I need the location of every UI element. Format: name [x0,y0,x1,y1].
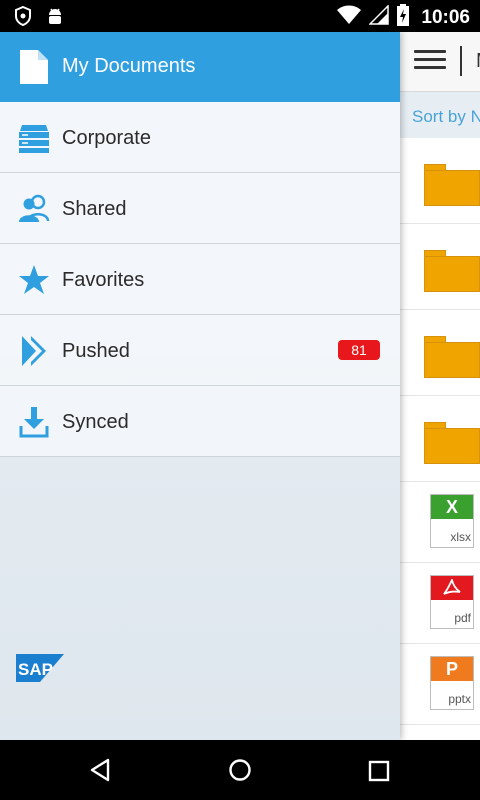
list-item[interactable] [400,224,480,310]
drawer-item-favorites[interactable]: Favorites [0,244,400,315]
document-icon [20,50,48,89]
main-toolbar: M [400,32,480,92]
push-icon [18,335,50,367]
drawer-item-synced[interactable]: Synced [0,386,400,457]
file-extension: pdf [454,611,471,625]
pushed-count-badge: 81 [338,340,380,360]
battery-charging-icon [397,4,410,31]
list-item[interactable] [400,310,480,396]
drawer-item-label: Pushed [62,340,130,362]
signal-icon [368,4,390,30]
hamburger-icon[interactable] [414,50,446,72]
drawer-item-corporate[interactable]: Corporate [0,102,400,173]
pptx-letter: P [431,657,473,681]
sap-logo: SAP [16,654,64,687]
home-icon[interactable] [228,758,252,787]
file-list: X xlsx pdf P pptx [400,138,480,725]
list-item[interactable] [400,138,480,224]
drawer-nav-list: Corporate Shared Favorites Pushed 81 Syn… [0,102,400,457]
drawer-item-label: Corporate [62,127,151,149]
svg-text:SAP: SAP [18,660,53,679]
toolbar-title: M [476,50,480,73]
toolbar-divider [460,46,462,76]
people-icon [18,193,50,225]
shield-icon [14,5,32,31]
list-item[interactable]: X xlsx [400,482,480,563]
folder-icon [424,250,480,292]
drawer-header-my-documents[interactable]: My Documents [0,32,400,102]
file-extension: pptx [448,692,471,706]
status-time: 10:06 [421,6,470,28]
list-item[interactable]: P pptx [400,644,480,725]
folder-icon [424,422,480,464]
navigation-drawer: My Documents Corporate Shared Favorites … [0,32,400,740]
drawer-item-label: Synced [62,411,129,433]
xlsx-letter: X [431,495,473,519]
folder-icon [424,164,480,206]
drawer-item-label: Shared [62,198,127,220]
folder-icon [424,336,480,378]
drawer-item-label: Favorites [62,269,145,291]
pdf-acrobat-icon [431,576,473,600]
pptx-file-icon: P pptx [430,656,474,710]
sort-bar[interactable]: Sort by N [400,92,480,138]
download-icon [18,406,50,438]
list-item[interactable] [400,396,480,482]
pdf-file-icon: pdf [430,575,474,629]
star-icon [18,264,50,296]
sort-label: Sort by N [412,107,480,126]
back-icon[interactable] [88,758,112,787]
server-icon [18,122,50,154]
wifi-icon [337,5,362,30]
system-navigation-bar [0,740,480,800]
drawer-item-pushed[interactable]: Pushed 81 [0,315,400,386]
drawer-item-shared[interactable]: Shared [0,173,400,244]
android-icon [46,6,64,31]
recent-apps-icon[interactable] [368,760,390,787]
drawer-header-title: My Documents [62,55,196,77]
xlsx-file-icon: X xlsx [430,494,474,548]
file-extension: xlsx [450,530,471,544]
list-item[interactable]: pdf [400,563,480,644]
status-bar: 10:06 [0,0,480,32]
